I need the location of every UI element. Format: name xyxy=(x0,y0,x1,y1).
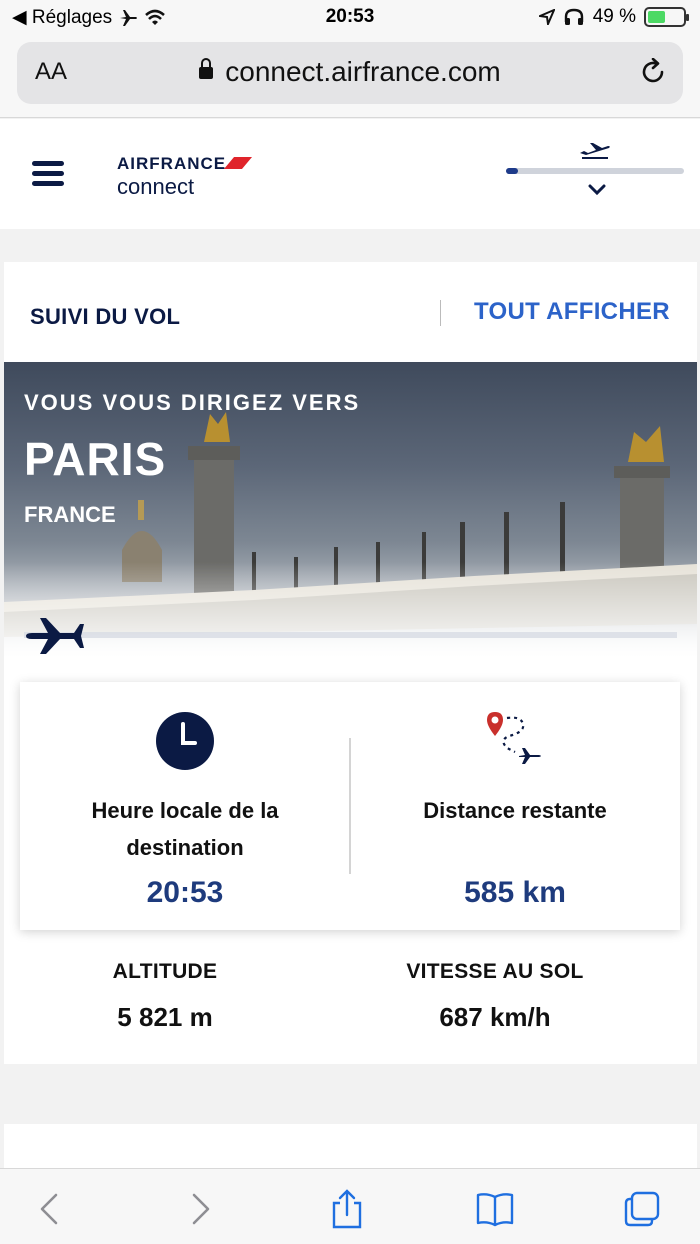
address-bar[interactable]: AA connect.airfrance.com xyxy=(17,42,683,104)
heading-to-label: VOUS VOUS DIRIGEZ VERS xyxy=(24,390,361,415)
local-time-stat: Heure locale de la destination 20:53 xyxy=(20,682,350,930)
bookmarks-icon[interactable] xyxy=(475,1189,515,1229)
card-header: SUIVI DU VOL TOUT AFFICHER xyxy=(4,262,697,362)
show-all-link[interactable]: TOUT AFFICHER xyxy=(474,298,670,326)
url-text: connect.airfrance.com xyxy=(225,56,501,87)
distance-label: Distance restante xyxy=(423,798,607,823)
brand-connect: connect xyxy=(117,174,195,199)
header-progress-fill xyxy=(506,168,518,174)
ground-speed-value: 687 km/h xyxy=(439,1002,551,1032)
flight-tracking-card: SUIVI DU VOL TOUT AFFICHER VOUS VOUS DIR… xyxy=(4,262,697,1064)
ground-speed-label: VITESSE AU SOL xyxy=(406,960,584,983)
distance-value: 585 km xyxy=(464,876,566,909)
url-display[interactable]: connect.airfrance.com xyxy=(17,56,683,88)
altitude-label: ALTITUDE xyxy=(112,960,218,983)
forward-icon[interactable] xyxy=(180,1189,220,1229)
lock-icon xyxy=(199,58,214,79)
destination-hero: VOUS VOUS DIRIGEZ VERS PARIS FRANCE xyxy=(4,362,697,662)
local-time-value: 20:53 xyxy=(146,876,224,909)
hamburger-icon[interactable] xyxy=(32,161,64,187)
altitude-value: 5 821 m xyxy=(117,1002,213,1032)
battery-percent: 49 % xyxy=(592,6,636,27)
header-flight-progress[interactable] xyxy=(506,139,684,209)
header-divider xyxy=(440,300,441,326)
status-right: 49 % xyxy=(538,6,689,28)
reload-icon[interactable] xyxy=(639,58,667,86)
browser-chrome: AA connect.airfrance.com xyxy=(0,36,700,118)
local-time-label: Heure locale de la destination xyxy=(91,798,279,860)
headphones-icon xyxy=(564,8,583,25)
header-progress-track xyxy=(506,168,684,174)
route-icon xyxy=(487,712,541,764)
battery-icon xyxy=(644,7,689,27)
airfrance-logo[interactable]: AIRFRANCE connect xyxy=(117,154,253,200)
altitude-metric: ALTITUDE 5 821 m xyxy=(0,952,330,1033)
chevron-down-icon[interactable] xyxy=(588,183,606,197)
tabs-icon[interactable] xyxy=(622,1189,662,1229)
brand-name: AIRFRANCE xyxy=(117,154,227,173)
location-icon xyxy=(538,9,555,25)
distance-stat: Distance restante 585 km xyxy=(350,682,680,930)
back-icon[interactable] xyxy=(30,1189,70,1229)
browser-toolbar xyxy=(0,1168,700,1244)
share-icon[interactable] xyxy=(327,1189,367,1229)
destination-city: PARIS xyxy=(24,433,167,485)
ground-speed-metric: VITESSE AU SOL 687 km/h xyxy=(330,952,660,1033)
section-title: SUIVI DU VOL xyxy=(30,304,181,329)
plane-icon xyxy=(26,618,84,654)
clock-icon xyxy=(156,712,214,770)
app-header: AIRFRANCE connect xyxy=(0,119,700,229)
stats-panel: Heure locale de la destination 20:53 Dis… xyxy=(20,682,680,930)
flight-metrics: ALTITUDE 5 821 m VITESSE AU SOL 687 km/h xyxy=(4,952,697,1052)
route-progress-line xyxy=(24,632,677,638)
brand-slash-icon xyxy=(224,157,253,169)
plane-takeoff-icon xyxy=(580,143,610,159)
destination-country: FRANCE xyxy=(24,502,116,527)
status-bar: ◀ Réglages 20:53 49 % xyxy=(0,0,700,36)
